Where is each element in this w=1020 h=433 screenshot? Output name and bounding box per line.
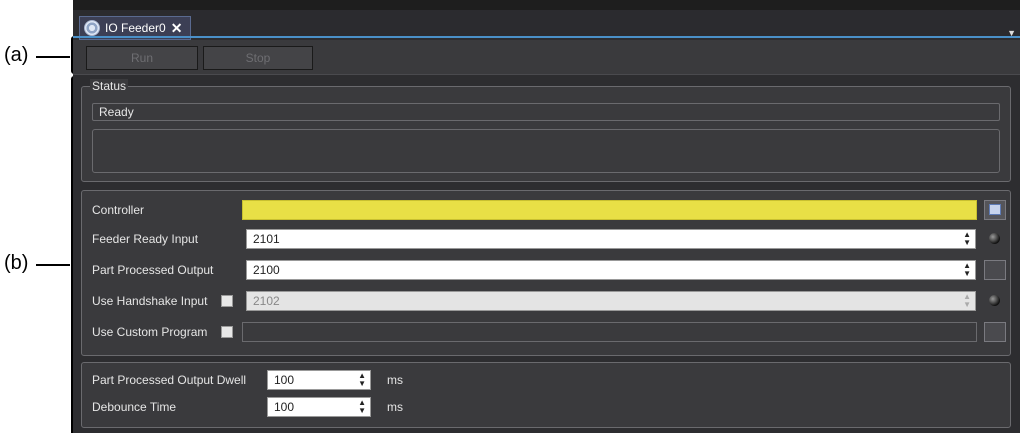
stop-button[interactable]: Stop [203,46,313,70]
callout-a-label: (a) [4,44,29,66]
close-icon[interactable]: ✕ [171,20,183,37]
dwell-value: 100 [274,373,295,387]
part-processed-spinner[interactable]: ▲ ▼ [963,262,971,278]
feeder-ready-label: Feeder Ready Input [92,232,199,246]
io-settings-panel: Controller Feeder Ready Input 2101 ▲ ▼ Pa… [81,190,1011,356]
debounce-spinner[interactable]: ▲ ▼ [358,399,366,415]
callout-a-line [36,56,70,58]
feeder-ready-value: 2101 [253,232,280,246]
part-processed-input[interactable]: 2100 ▲ ▼ [246,260,976,280]
handshake-checkbox[interactable] [221,295,233,307]
io-feeder-window: IO Feeder0 ✕ ▼ Run Stop Status Ready Con… [73,0,1020,433]
debounce-value: 100 [274,400,295,414]
handshake-spinner[interactable]: ▲ ▼ [963,293,971,309]
controller-label: Controller [92,203,145,217]
run-button[interactable]: Run [86,46,198,70]
dwell-spinner[interactable]: ▲ ▼ [358,372,366,388]
status-message-box [92,129,1000,173]
controller-pick-button[interactable] [984,200,1006,220]
feeder-gear-icon [84,20,100,36]
handshake-label: Use Handshake Input [92,294,208,308]
tab-underline [73,36,1020,38]
feeder-ready-indicator [989,233,1000,244]
tab-bar: IO Feeder0 ✕ ▼ [73,0,1020,40]
status-panel: Status Ready [81,79,1011,182]
status-text: Ready [92,103,1000,121]
part-processed-label: Part Processed Output [92,263,214,277]
part-processed-output-button[interactable] [984,260,1006,280]
controller-field[interactable] [242,200,977,220]
custom-program-field[interactable] [242,322,977,342]
custom-program-label: Use Custom Program [92,325,208,339]
handshake-value: 2102 [253,294,280,308]
dwell-unit: ms [387,373,403,387]
tab-title: IO Feeder0 [105,21,166,35]
handshake-indicator [989,295,1000,306]
part-processed-value: 2100 [253,263,280,277]
debounce-unit: ms [387,400,403,414]
custom-program-checkbox[interactable] [221,326,233,338]
handshake-input[interactable]: 2102 ▲ ▼ [246,291,976,311]
timing-panel: Part Processed Output Dwell 100 ▲ ▼ ms De… [81,362,1011,428]
toolbar: Run Stop [73,40,1020,75]
feeder-ready-spinner[interactable]: ▲ ▼ [963,231,971,247]
dwell-label: Part Processed Output Dwell [92,373,247,387]
feeder-ready-input[interactable]: 2101 ▲ ▼ [246,229,976,249]
callout-b-label: (b) [4,252,29,274]
debounce-label: Debounce Time [92,400,177,414]
custom-program-pick-button[interactable] [984,322,1006,342]
debounce-input[interactable]: 100 ▲ ▼ [267,397,371,417]
callout-b-line [36,264,70,266]
status-legend: Status [90,79,129,93]
dwell-input[interactable]: 100 ▲ ▼ [267,370,371,390]
